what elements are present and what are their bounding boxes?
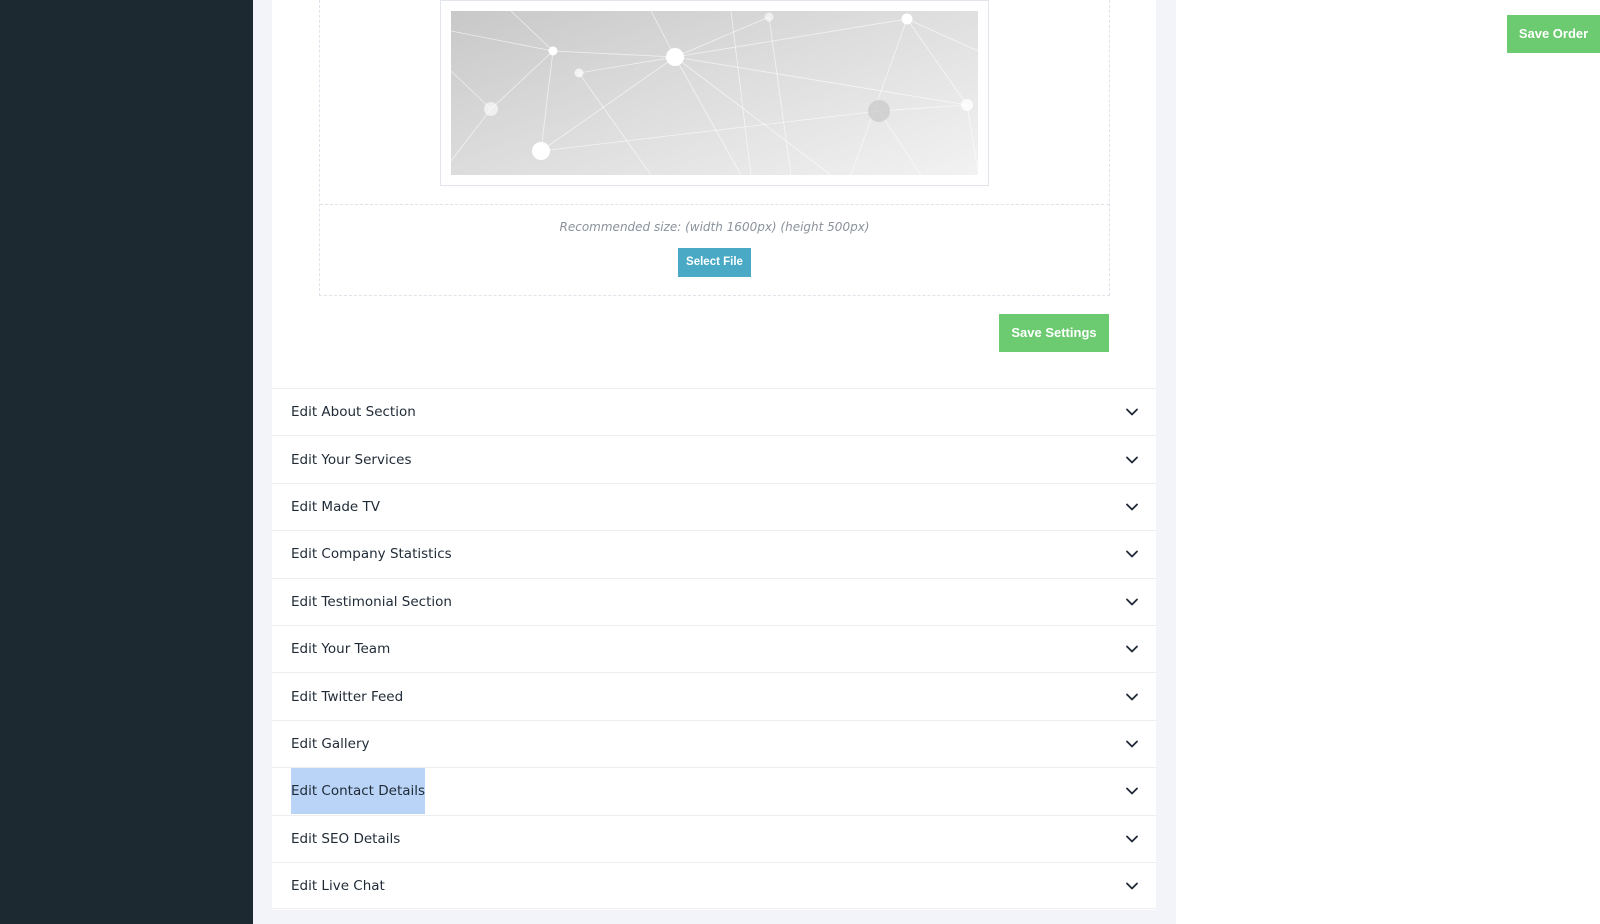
accordion-item-label: Edit Made TV [291, 498, 381, 515]
accordion-item-label-selected: Edit Contact Details [291, 768, 426, 815]
chevron-down-icon[interactable] [1124, 594, 1140, 610]
accordion-item-gallery[interactable]: Edit Gallery [272, 719, 1156, 767]
recommended-size-hint: Recommended size: (width 1600px) (height… [559, 220, 870, 234]
accordion-item-made-tv[interactable]: Edit Made TV [272, 482, 1156, 530]
chevron-down-icon[interactable] [1124, 736, 1140, 752]
accordion-item-contact-details[interactable]: Edit Contact Details [272, 767, 1156, 815]
sidebar [0, 0, 253, 924]
accordion-item-label: Edit About Section [291, 404, 416, 421]
accordion-item-label: Edit Live Chat [291, 877, 385, 894]
save-settings-button[interactable]: Save Settings [999, 314, 1109, 352]
accordion-item-team[interactable]: Edit Your Team [272, 624, 1156, 672]
chevron-down-icon[interactable] [1124, 831, 1140, 847]
accordion-item-about[interactable]: Edit About Section [272, 388, 1156, 435]
banner-preview-image [451, 11, 978, 175]
chevron-down-icon[interactable] [1124, 546, 1140, 562]
section-accordion: Edit About Section Edit Your Services Ed… [272, 388, 1156, 910]
accordion-item-twitter-feed[interactable]: Edit Twitter Feed [272, 672, 1156, 719]
save-order-button[interactable]: Save Order [1507, 15, 1600, 53]
chevron-down-icon[interactable] [1124, 783, 1140, 799]
accordion-item-label: Edit SEO Details [291, 830, 401, 847]
accordion-item-label: Edit Testimonial Section [291, 593, 452, 610]
chevron-down-icon[interactable] [1124, 499, 1140, 515]
accordion-item-label: Edit Company Statistics [291, 546, 452, 563]
chevron-down-icon[interactable] [1124, 878, 1140, 894]
accordion-item-label: Edit Your Services [291, 451, 412, 468]
accordion-item-label: Edit Your Team [291, 641, 391, 658]
chevron-down-icon[interactable] [1124, 404, 1140, 420]
accordion-item-testimonial[interactable]: Edit Testimonial Section [272, 577, 1156, 625]
upload-divider [320, 204, 1109, 205]
banner-preview-frame [440, 0, 989, 186]
network-pattern-graphic [451, 11, 978, 175]
select-file-button[interactable]: Select File [678, 248, 751, 277]
accordion-item-services[interactable]: Edit Your Services [272, 435, 1156, 482]
accordion-item-company-statistics[interactable]: Edit Company Statistics [272, 530, 1156, 577]
chevron-down-icon[interactable] [1124, 641, 1140, 657]
accordion-item-label: Edit Twitter Feed [291, 688, 404, 705]
image-upload-panel: Recommended size: (width 1600px) (height… [319, 0, 1110, 296]
settings-card: Recommended size: (width 1600px) (height… [272, 0, 1156, 910]
accordion-item-seo-details[interactable]: Edit SEO Details [272, 814, 1156, 862]
accordion-item-label: Edit Gallery [291, 735, 370, 752]
chevron-down-icon[interactable] [1124, 689, 1140, 705]
accordion-item-live-chat[interactable]: Edit Live Chat [272, 861, 1156, 910]
chevron-down-icon[interactable] [1124, 452, 1140, 468]
